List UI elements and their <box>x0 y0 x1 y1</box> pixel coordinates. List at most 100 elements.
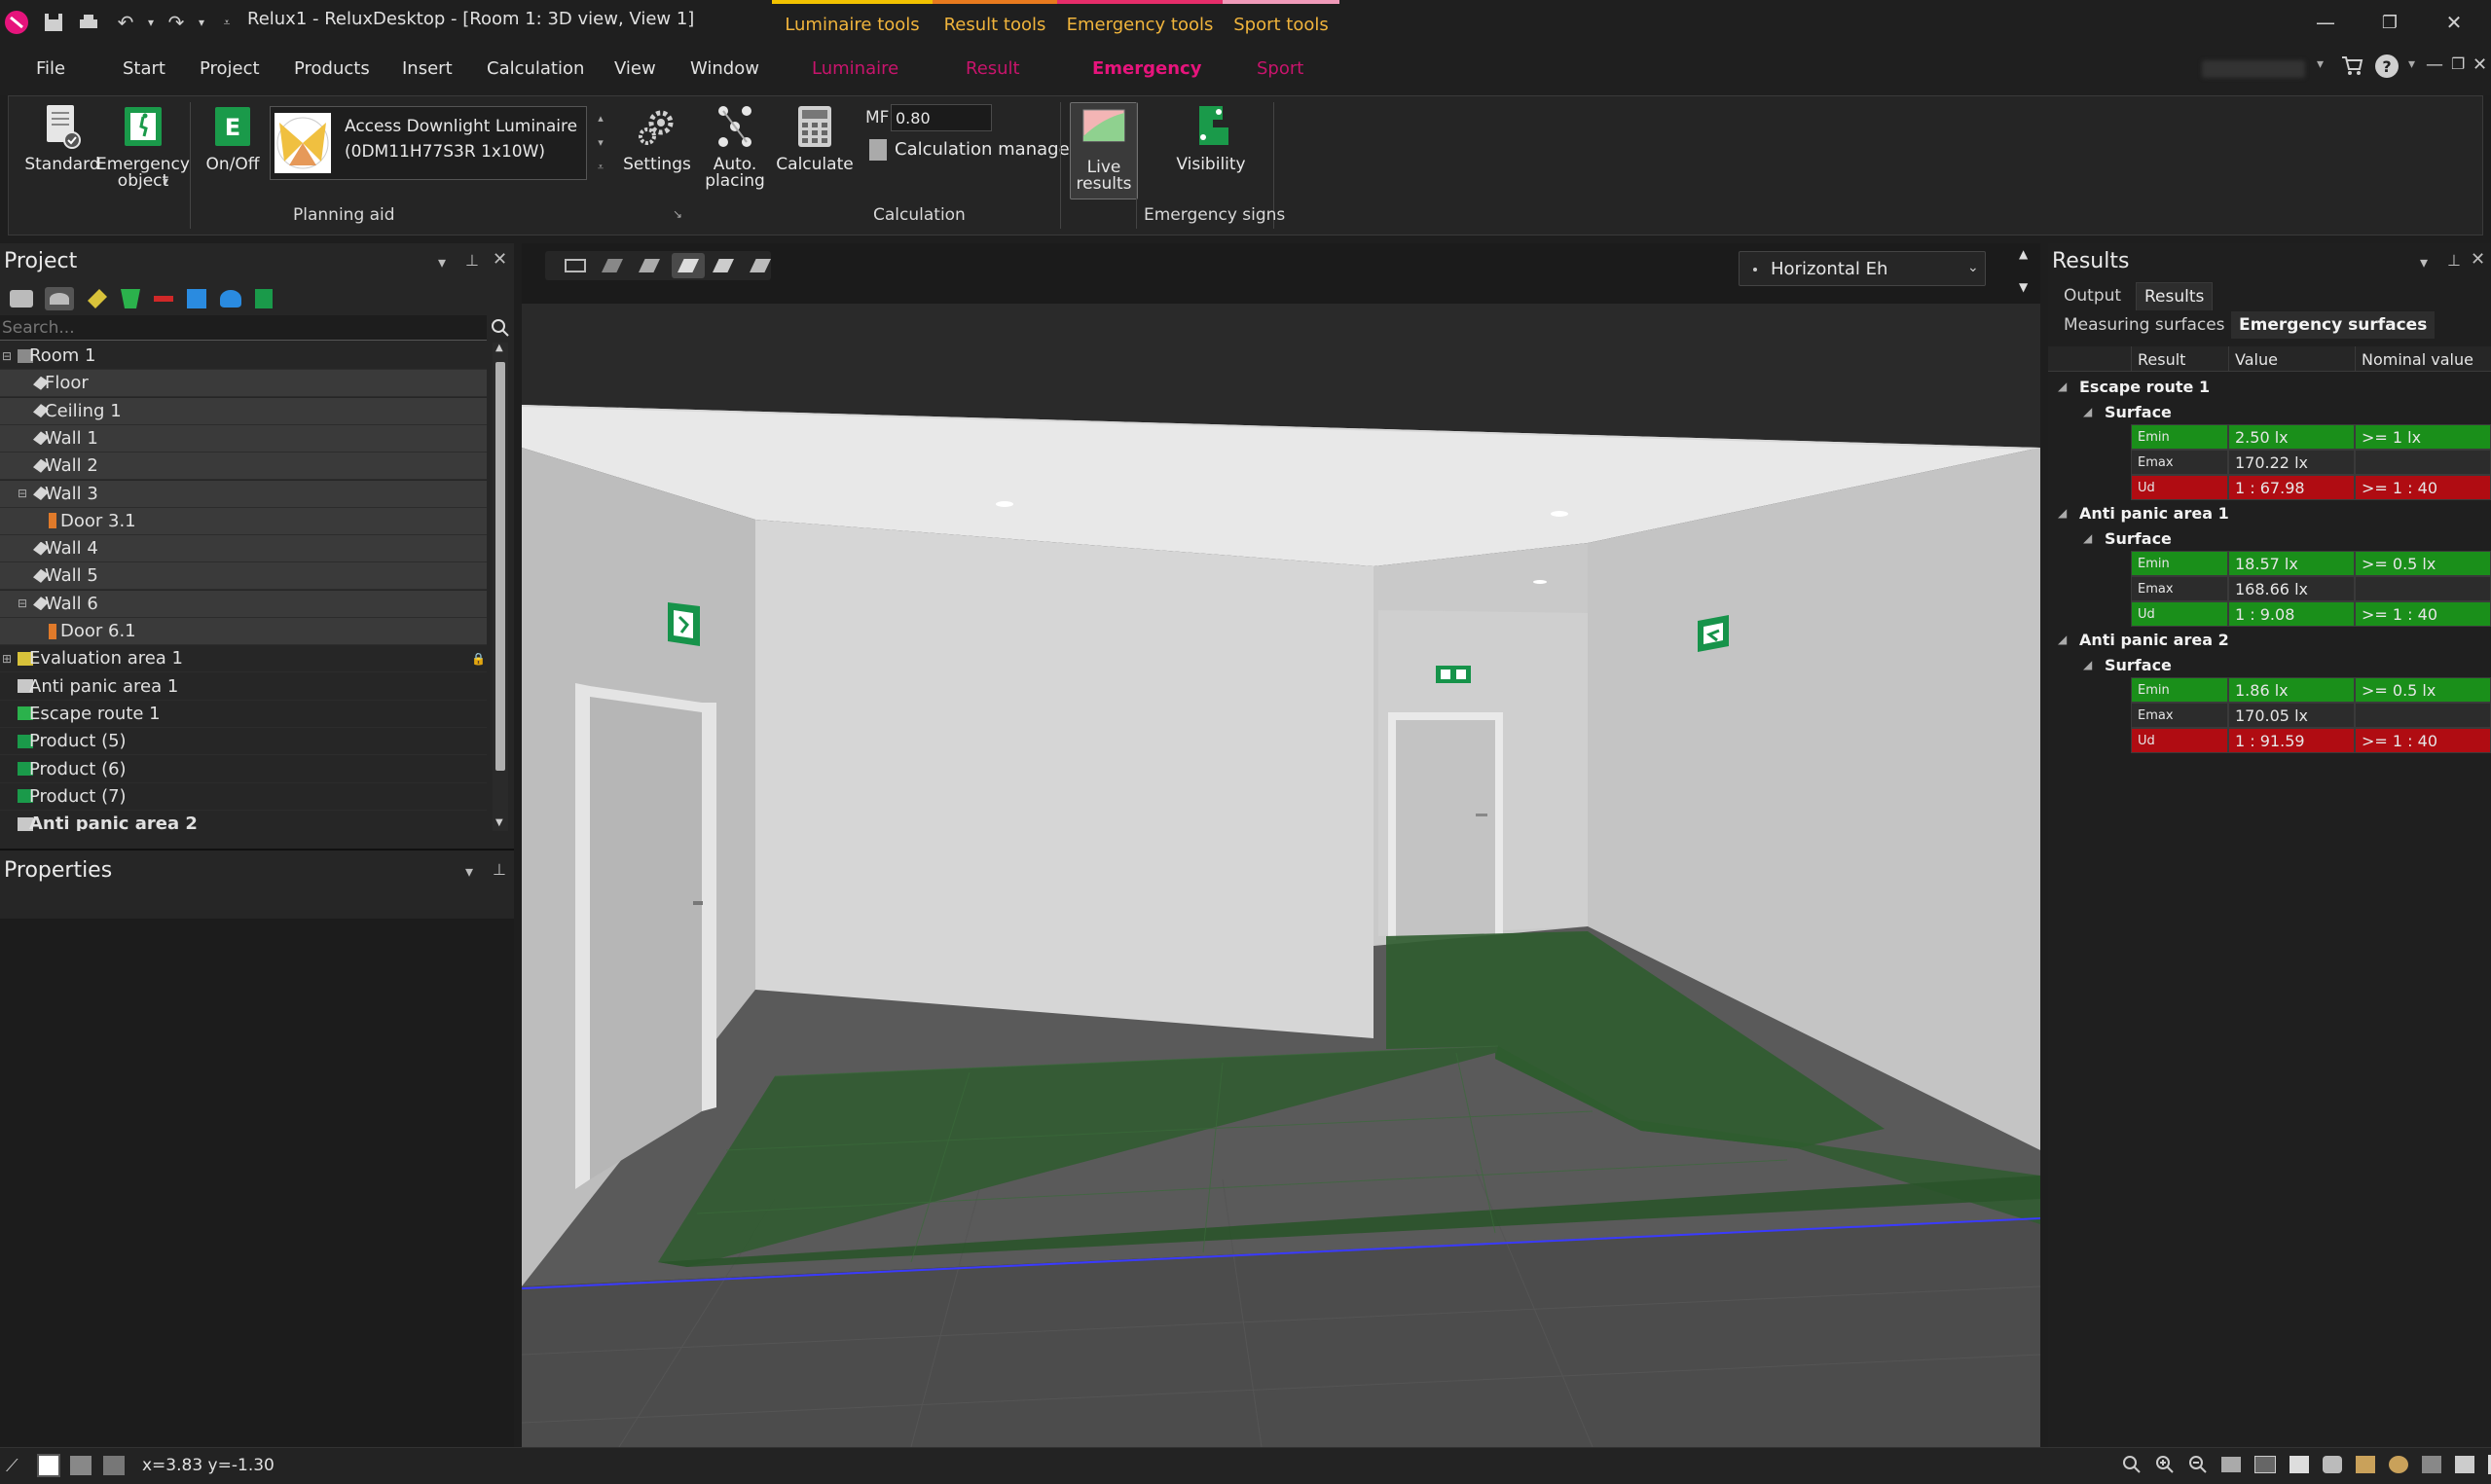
result-row[interactable]: Ud 1 : 91.59 >= 1 : 40 <box>2131 728 2491 753</box>
tree-item[interactable]: Anti panic area 2 <box>0 811 487 831</box>
subtab-emergency-surfaces[interactable]: Emergency surfaces <box>2231 311 2436 339</box>
panel-close-icon[interactable]: ✕ <box>2471 249 2485 270</box>
tab-view[interactable]: View <box>614 58 656 79</box>
tab-products[interactable]: Products <box>294 58 370 79</box>
collapse-icon[interactable]: ◢ <box>2058 506 2067 520</box>
emergency-sign-icon[interactable] <box>255 289 273 308</box>
column-nominal-value[interactable]: Nominal value <box>2355 346 2491 372</box>
floorplan-view-icon[interactable] <box>70 1456 92 1475</box>
tab-file[interactable]: File <box>36 58 65 79</box>
collapse-icon[interactable]: ◢ <box>2058 633 2067 646</box>
tree-item[interactable]: Ceiling 1 <box>0 397 487 425</box>
emergency-sign-center[interactable] <box>1436 666 1471 683</box>
scroll-down-icon[interactable]: ▼ <box>495 817 503 828</box>
calculate-button[interactable]: Calculate <box>774 102 856 173</box>
doc-minimize-icon[interactable]: — <box>2426 54 2443 75</box>
result-group-header[interactable]: ◢ Anti panic area 2 <box>2048 627 2491 652</box>
tree-item[interactable]: Wall 4 <box>0 535 487 563</box>
result-row[interactable]: Ud 1 : 9.08 >= 1 : 40 <box>2131 601 2491 627</box>
scroll-down-icon[interactable]: ▾ <box>598 136 604 149</box>
result-row[interactable]: Emin 2.50 lx >= 1 lx <box>2131 424 2491 450</box>
emergency-sign-left[interactable] <box>668 602 700 646</box>
luminaire-scroll[interactable]: ▴ ▾ ⩡ <box>591 106 610 180</box>
live-results-button[interactable]: Live results <box>1070 102 1138 199</box>
lock-icon[interactable]: 🔒 <box>471 652 486 666</box>
expand-gallery-icon[interactable]: ⩡ <box>598 161 604 174</box>
view-side-icon[interactable] <box>2290 1456 2309 1473</box>
evaluation-area-icon[interactable] <box>88 289 107 308</box>
pin-icon[interactable]: ⊥ <box>465 251 479 270</box>
view-luminaires-icon[interactable] <box>2422 1456 2441 1473</box>
tree-scrollbar[interactable]: ▲ ▼ <box>493 343 508 831</box>
column-value[interactable]: Value <box>2228 346 2355 372</box>
view-iso-icon[interactable] <box>2323 1456 2342 1473</box>
tree-item[interactable]: ⊟ Room 1 <box>0 343 487 370</box>
calculation-manager-button[interactable]: Calculation manager <box>895 139 1077 160</box>
collapse-icon[interactable]: ◢ <box>2083 405 2092 418</box>
auto-placing-button[interactable]: Auto. placing <box>696 102 774 190</box>
emergency-object-button[interactable]: Emergency object <box>94 102 192 190</box>
tree-item[interactable]: Door 3.1 <box>0 507 487 535</box>
collapse-icon[interactable]: ◢ <box>2083 531 2092 545</box>
result-row[interactable]: Emin 18.57 lx >= 0.5 lx <box>2131 551 2491 576</box>
tree-item[interactable]: Escape route 1 <box>0 700 487 728</box>
tree-item[interactable]: Product (6) <box>0 755 487 783</box>
result-row[interactable]: Emax 168.66 lx <box>2131 576 2491 601</box>
result-surface-header[interactable]: ◢ Surface <box>2048 399 2491 424</box>
tab-results[interactable]: Results <box>2136 282 2214 310</box>
subtab-measuring-surfaces[interactable]: Measuring surfaces <box>2064 315 2225 335</box>
doc-restore-icon[interactable]: ❐ <box>2451 54 2465 73</box>
collapse-icon[interactable]: ◢ <box>2058 380 2067 393</box>
on-off-button[interactable]: E On/Off <box>194 102 272 173</box>
tree-item[interactable]: ⊞ Evaluation area 1 🔒 <box>0 645 487 673</box>
tree-item[interactable]: Wall 1 <box>0 424 487 452</box>
textured-mode-button[interactable] <box>672 253 705 278</box>
help-icon[interactable]: ? <box>2375 54 2399 78</box>
project-search-input[interactable] <box>0 315 487 341</box>
tree-item[interactable]: Product (7) <box>0 782 487 811</box>
app-logo-icon[interactable] <box>2 8 31 37</box>
tab-result[interactable]: Result <box>966 58 1020 79</box>
tree-toggle-icon[interactable]: ⊟ <box>18 597 27 610</box>
account-dropdown-icon[interactable]: ▾ <box>2317 56 2324 72</box>
luminaire-selector[interactable]: Access Downlight Luminaire (0DM11H77S3R … <box>270 106 587 180</box>
view-mode-select[interactable]: Horizontal Eh ⌄ <box>1739 251 1986 286</box>
zoom-out-icon[interactable] <box>2188 1455 2208 1474</box>
standard-button[interactable]: Standard <box>18 102 106 173</box>
scroll-up-icon[interactable]: ▴ <box>598 112 604 125</box>
close-button[interactable]: ✕ <box>2430 6 2478 39</box>
view-objects-icon[interactable] <box>2389 1456 2408 1473</box>
visibility-button[interactable]: Visibility <box>1167 102 1255 173</box>
settings-button[interactable]: Settings <box>618 102 696 173</box>
scroll-up-icon[interactable]: ▲ <box>495 343 503 353</box>
tree-toggle-icon[interactable]: ⊞ <box>2 652 12 666</box>
tree-toggle-icon[interactable]: ⊟ <box>18 487 27 500</box>
door-6-1[interactable] <box>1388 712 1503 940</box>
tab-window[interactable]: Window <box>690 58 759 79</box>
pin-icon[interactable]: ⊥ <box>493 860 506 879</box>
tab-insert[interactable]: Insert <box>402 58 453 79</box>
view-export-icon[interactable] <box>2455 1456 2474 1473</box>
column-result[interactable]: Result <box>2131 346 2228 372</box>
arrow-cursor-icon[interactable]: ⟋ <box>6 1456 18 1476</box>
3d-view-icon[interactable] <box>103 1456 125 1475</box>
search-icon[interactable] <box>489 315 512 341</box>
result-row[interactable]: Emax 170.22 lx <box>2131 450 2491 475</box>
wireframe-mode-icon[interactable] <box>565 259 586 272</box>
save-icon[interactable] <box>39 8 68 37</box>
maximize-button[interactable]: ❐ <box>2365 6 2414 39</box>
view-front-icon[interactable] <box>2221 1457 2241 1472</box>
result-row[interactable]: Emax 170.05 lx <box>2131 703 2491 728</box>
zoom-in-icon[interactable] <box>2155 1455 2175 1474</box>
tree-item[interactable]: Door 6.1 <box>0 618 487 645</box>
tab-project[interactable]: Project <box>200 58 260 79</box>
viewport-3d[interactable] <box>522 304 2040 1447</box>
viewport-scroll-up-icon[interactable]: ▲ <box>2019 247 2028 261</box>
help-dropdown-icon[interactable]: ▾ <box>2408 56 2415 72</box>
tree-item[interactable]: Wall 2 <box>0 452 487 481</box>
result-row[interactable]: Ud 1 : 67.98 >= 1 : 40 <box>2131 475 2491 500</box>
tree-item[interactable]: Product (5) <box>0 728 487 756</box>
tree-item[interactable]: Wall 5 <box>0 562 487 591</box>
tree-item[interactable]: ⊟ Wall 6 <box>0 590 487 618</box>
viewport-scroll-down-icon[interactable]: ▼ <box>2019 280 2028 294</box>
